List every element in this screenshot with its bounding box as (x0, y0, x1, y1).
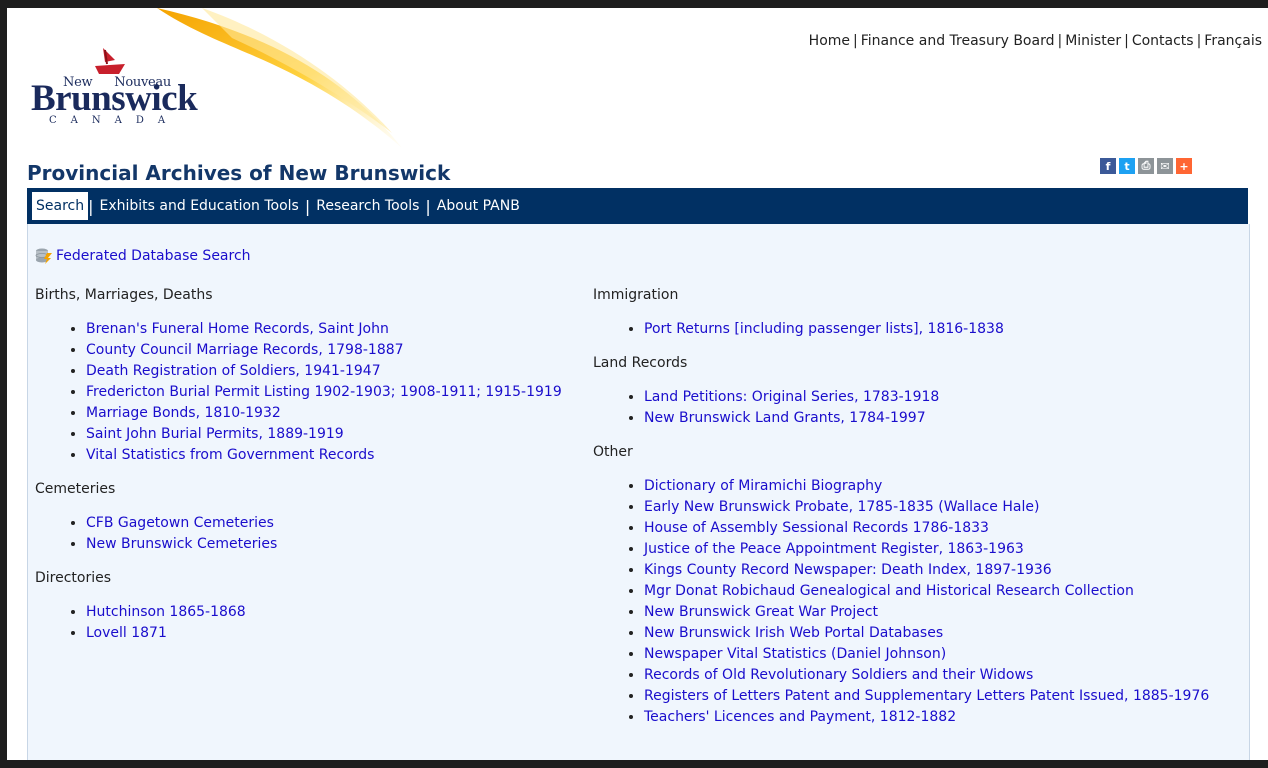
database-link[interactable]: CFB Gagetown Cemeteries (86, 515, 274, 531)
logo-canada: CANADA (49, 115, 180, 126)
list-item: Justice of the Peace Appointment Registe… (644, 539, 1243, 560)
search-content-panel: Federated Database Search Births, Marria… (27, 224, 1250, 760)
facebook-icon[interactable]: f (1100, 158, 1116, 174)
page-title: Provincial Archives of New Brunswick (27, 161, 451, 185)
database-link[interactable]: New Brunswick Cemeteries (86, 536, 277, 552)
link-list-immigration: Port Returns [including passenger lists]… (593, 319, 1243, 340)
list-item: Death Registration of Soldiers, 1941-194… (86, 361, 595, 382)
list-item: CFB Gagetown Cemeteries (86, 513, 595, 534)
list-item: Teachers' Licences and Payment, 1812-188… (644, 707, 1243, 728)
database-link[interactable]: Registers of Letters Patent and Suppleme… (644, 688, 1209, 704)
database-link[interactable]: Early New Brunswick Probate, 1785-1835 (… (644, 499, 1039, 515)
list-item: Kings County Record Newspaper: Death Ind… (644, 560, 1243, 581)
database-link[interactable]: Fredericton Burial Permit Listing 1902-1… (86, 384, 562, 400)
tab-search[interactable]: Search (32, 192, 89, 220)
main-nav-bar: Search | Exhibits and Education Tools | … (27, 188, 1248, 224)
list-item: New Brunswick Land Grants, 1784-1997 (644, 408, 1243, 429)
list-item: New Brunswick Cemeteries (86, 534, 595, 555)
database-link[interactable]: Records of Old Revolutionary Soldiers an… (644, 667, 1033, 683)
twitter-icon[interactable]: t (1119, 158, 1135, 174)
list-item: Fredericton Burial Permit Listing 1902-1… (86, 382, 595, 403)
federated-database-search-link[interactable]: Federated Database Search (56, 248, 251, 264)
database-link[interactable]: Vital Statistics from Government Records (86, 447, 374, 463)
section-title-births-marriages-deaths: Births, Marriages, Deaths (35, 287, 213, 303)
list-item: New Brunswick Great War Project (644, 602, 1243, 623)
share-toolbar: f t ⎙ ✉ + (1100, 158, 1192, 174)
tab-research-tools[interactable]: Research Tools (310, 198, 425, 214)
left-column: Births, Marriages, Deaths Brenan's Funera… (35, 287, 595, 659)
list-item: Dictionary of Miramichi Biography (644, 476, 1243, 497)
topnav-minister-link[interactable]: Minister (1065, 33, 1121, 49)
database-link[interactable]: Kings County Record Newspaper: Death Ind… (644, 562, 1052, 578)
list-item: Records of Old Revolutionary Soldiers an… (644, 665, 1243, 686)
logo-brunswick-wordmark: Brunswick (31, 78, 198, 119)
list-item: County Council Marriage Records, 1798-18… (86, 340, 595, 361)
database-link[interactable]: New Brunswick Irish Web Portal Databases (644, 625, 943, 641)
list-item: New Brunswick Irish Web Portal Databases (644, 623, 1243, 644)
database-link[interactable]: New Brunswick Great War Project (644, 604, 878, 620)
topnav-finance-link[interactable]: Finance and Treasury Board (861, 33, 1055, 49)
link-list-births-marriages-deaths: Brenan's Funeral Home Records, Saint Joh… (35, 319, 595, 466)
database-link[interactable]: Dictionary of Miramichi Biography (644, 478, 882, 494)
database-link[interactable]: Justice of the Peace Appointment Registe… (644, 541, 1024, 557)
database-link[interactable]: Death Registration of Soldiers, 1941-194… (86, 363, 381, 379)
link-list-directories: Hutchinson 1865-1868 Lovell 1871 (35, 602, 595, 644)
federated-search-row: Federated Database Search (35, 247, 251, 265)
topnav-francais-link[interactable]: Français (1204, 33, 1262, 49)
list-item: Mgr Donat Robichaud Genealogical and His… (644, 581, 1243, 602)
list-item: Brenan's Funeral Home Records, Saint Joh… (86, 319, 595, 340)
top-utility-nav: Home | Finance and Treasury Board | Minister… (808, 33, 1262, 49)
section-title-immigration: Immigration (593, 287, 679, 303)
right-column: Immigration Port Returns [including passe… (593, 287, 1243, 743)
database-link[interactable]: Brenan's Funeral Home Records, Saint Joh… (86, 321, 389, 337)
database-link[interactable]: Marriage Bonds, 1810-1932 (86, 405, 281, 421)
section-title-cemeteries: Cemeteries (35, 481, 116, 497)
list-item: Port Returns [including passenger lists]… (644, 319, 1243, 340)
database-link[interactable]: Newspaper Vital Statistics (Daniel Johns… (644, 646, 946, 662)
list-item: Newspaper Vital Statistics (Daniel Johns… (644, 644, 1243, 665)
browser-viewport: New Nouveau Brunswick CANADA Home | Finance… (7, 8, 1268, 760)
link-list-land-records: Land Petitions: Original Series, 1783-19… (593, 387, 1243, 429)
topnav-contacts-link[interactable]: Contacts (1132, 33, 1194, 49)
email-icon[interactable]: ✉ (1157, 158, 1173, 174)
database-link[interactable]: Saint John Burial Permits, 1889-1919 (86, 426, 344, 442)
new-brunswick-logo[interactable]: New Nouveau Brunswick CANADA (31, 44, 231, 134)
database-link[interactable]: County Council Marriage Records, 1798-18… (86, 342, 404, 358)
list-item: Early New Brunswick Probate, 1785-1835 (… (644, 497, 1243, 518)
section-title-land-records: Land Records (593, 355, 688, 371)
database-search-icon (35, 248, 52, 264)
list-item: Vital Statistics from Government Records (86, 445, 595, 466)
database-link[interactable]: Port Returns [including passenger lists]… (644, 321, 1004, 337)
list-item: Hutchinson 1865-1868 (86, 602, 595, 623)
tab-exhibits-education[interactable]: Exhibits and Education Tools (94, 198, 305, 214)
section-title-directories: Directories (35, 570, 112, 586)
database-link[interactable]: House of Assembly Sessional Records 1786… (644, 520, 989, 536)
list-item: Lovell 1871 (86, 623, 595, 644)
list-item: Saint John Burial Permits, 1889-1919 (86, 424, 595, 445)
database-link[interactable]: Mgr Donat Robichaud Genealogical and His… (644, 583, 1134, 599)
database-link[interactable]: Land Petitions: Original Series, 1783-19… (644, 389, 939, 405)
link-list-cemeteries: CFB Gagetown Cemeteries New Brunswick Cem… (35, 513, 595, 555)
topnav-home-link[interactable]: Home (809, 33, 850, 49)
database-link[interactable]: Hutchinson 1865-1868 (86, 604, 246, 620)
link-list-other: Dictionary of Miramichi Biography Early N… (593, 476, 1243, 728)
list-item: Marriage Bonds, 1810-1932 (86, 403, 595, 424)
list-item: House of Assembly Sessional Records 1786… (644, 518, 1243, 539)
share-plus-icon[interactable]: + (1176, 158, 1192, 174)
database-link[interactable]: Lovell 1871 (86, 625, 167, 641)
print-icon[interactable]: ⎙ (1138, 158, 1154, 174)
database-link[interactable]: New Brunswick Land Grants, 1784-1997 (644, 410, 926, 426)
list-item: Registers of Letters Patent and Suppleme… (644, 686, 1243, 707)
database-link[interactable]: Teachers' Licences and Payment, 1812-188… (644, 709, 956, 725)
list-item: Land Petitions: Original Series, 1783-19… (644, 387, 1243, 408)
section-title-other: Other (593, 444, 633, 460)
tab-about-panb[interactable]: About PANB (431, 198, 526, 214)
